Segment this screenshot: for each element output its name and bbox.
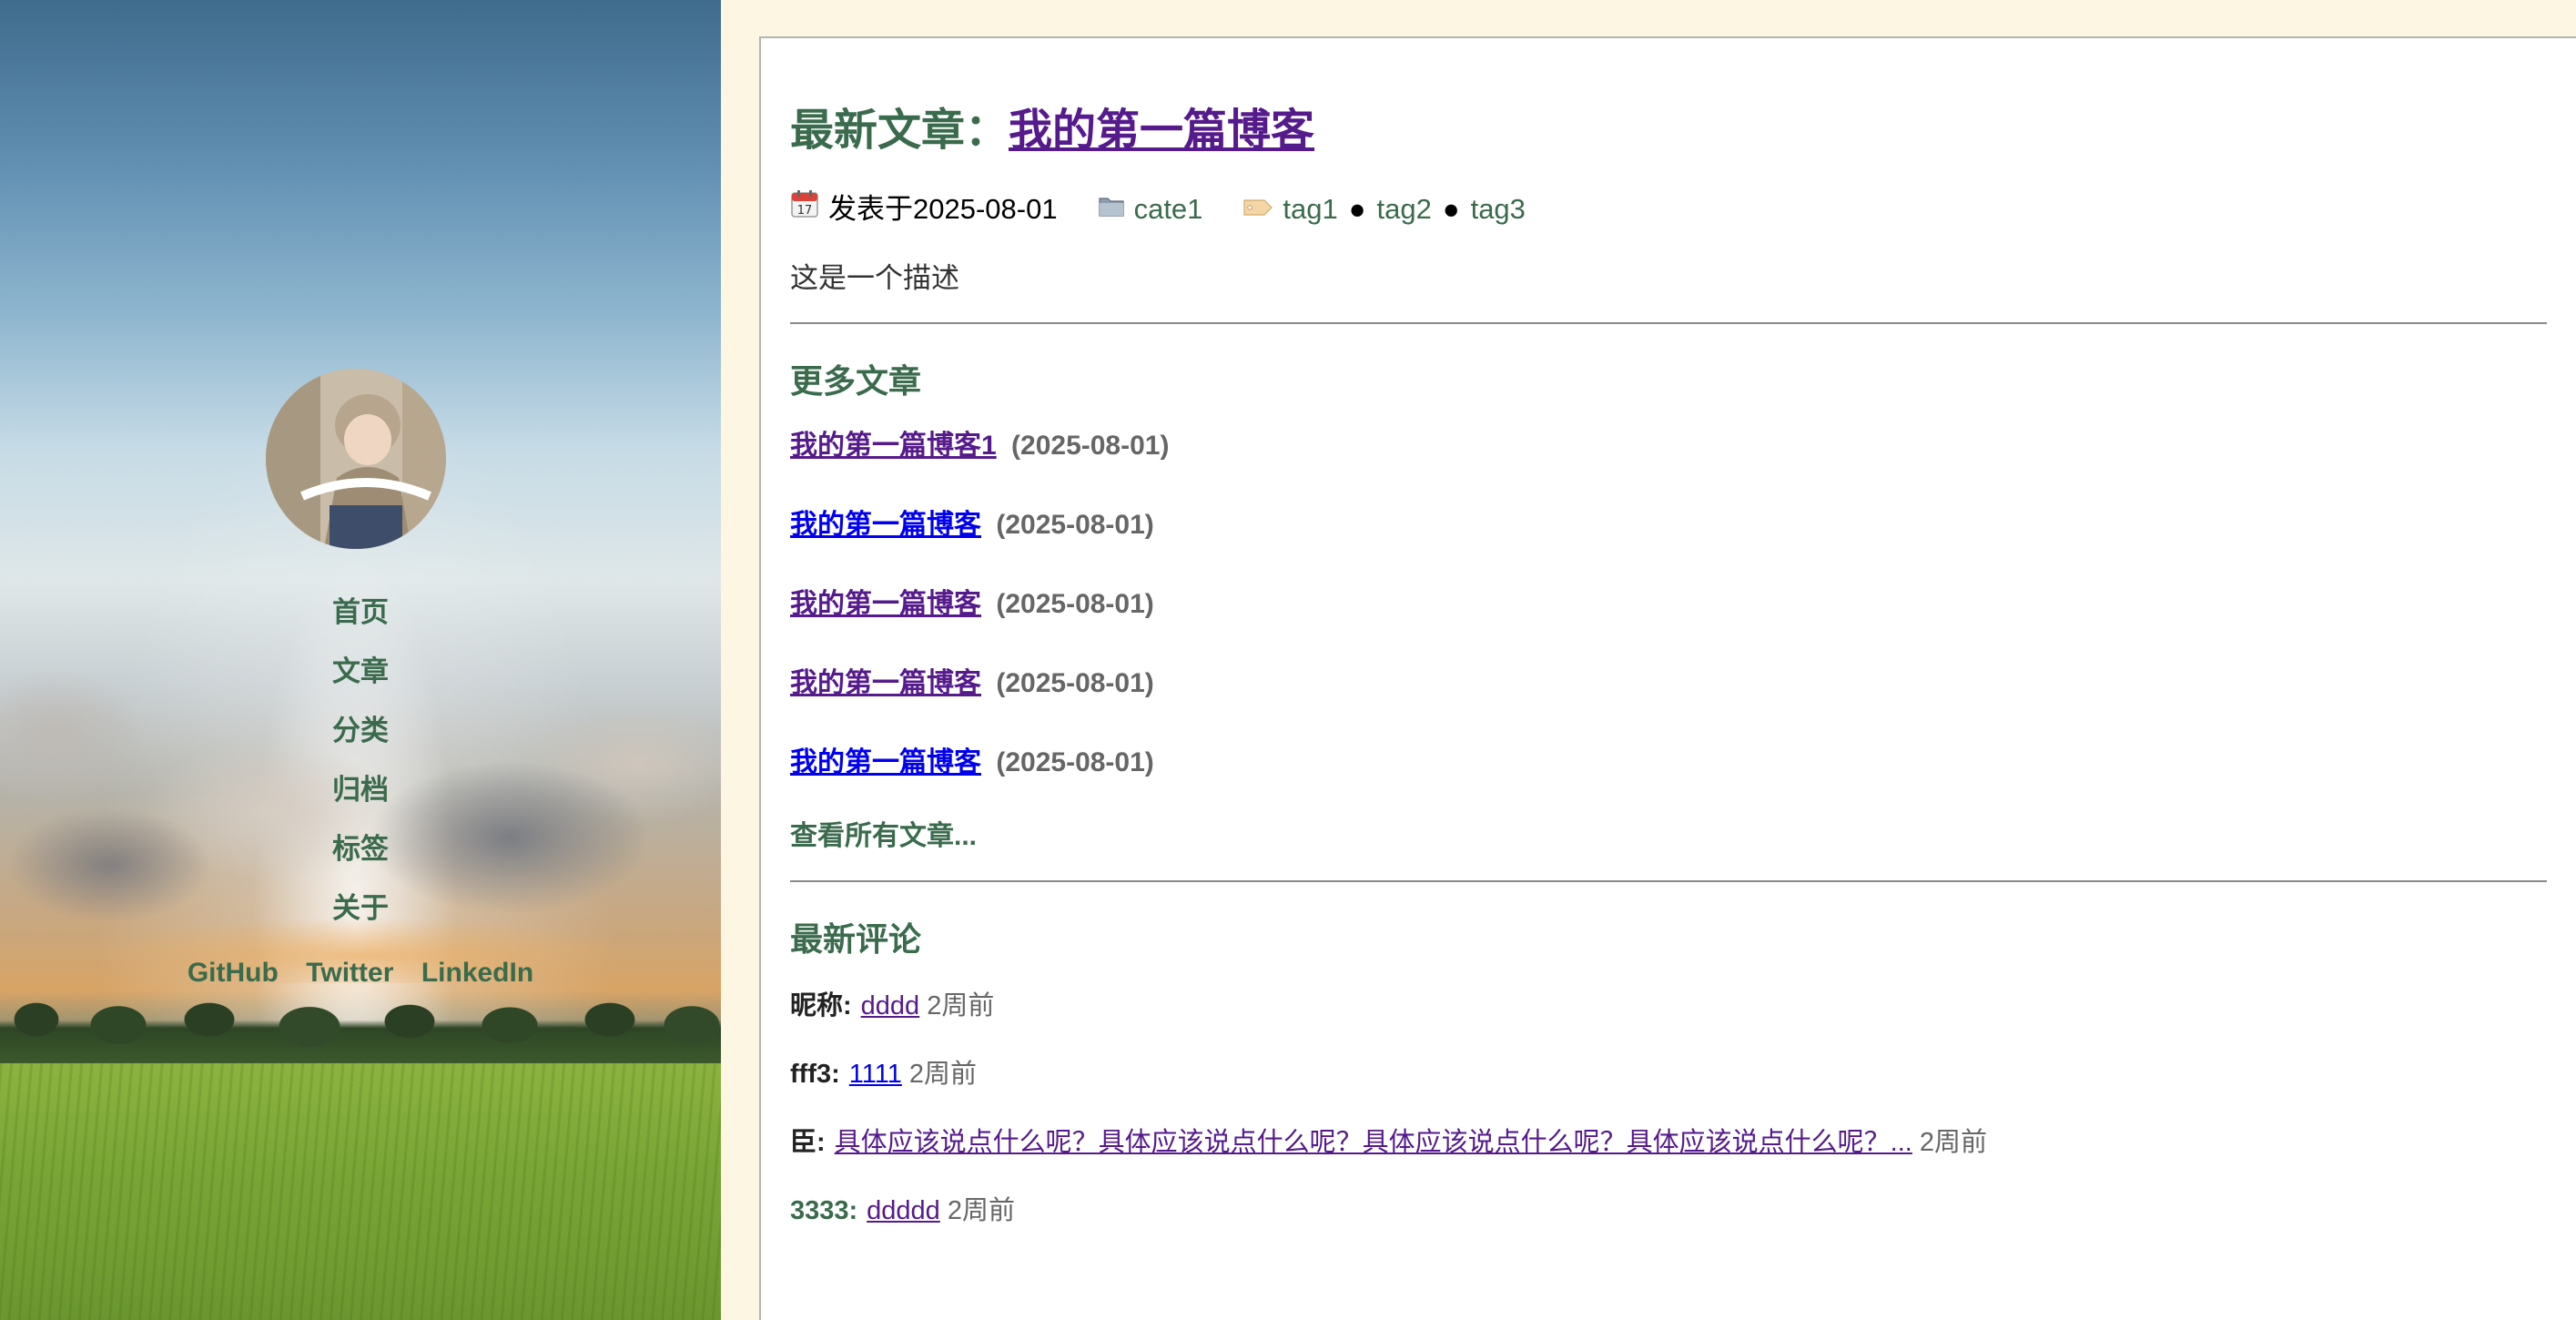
nav-item-home: 首页 bbox=[0, 583, 721, 642]
nav-item-posts: 文章 bbox=[0, 642, 721, 701]
post-link[interactable]: 我的第一篇博客 bbox=[790, 510, 981, 540]
latest-comments-list: 昵称: dddd 2周前 fff3: 1111 2周前 臣: 具体应该说点什么呢？具体应该… bbox=[790, 986, 2547, 1259]
nav-item-archives: 归档 bbox=[0, 760, 721, 819]
comment-item: 昵称: dddd 2周前 bbox=[790, 986, 2547, 1054]
github-link[interactable]: GitHub bbox=[188, 958, 279, 989]
publish-date-group: 17 发表于2025-08-01 bbox=[790, 189, 1058, 229]
folder-icon bbox=[1098, 189, 1125, 229]
nav-link-about[interactable]: 关于 bbox=[332, 892, 389, 924]
post-date: (2025-08-01) bbox=[996, 668, 1154, 698]
nav-item-about: 关于 bbox=[0, 878, 721, 938]
nav-link-home[interactable]: 首页 bbox=[332, 596, 389, 628]
main-nav: 首页 文章 分类 归档 标签 关于 bbox=[0, 583, 721, 938]
post-meta: 17 发表于2025-08-01 cate1 tag1 ● tag2 ● tag… bbox=[790, 189, 2547, 229]
comment-item: fff3: 1111 2周前 bbox=[790, 1054, 2547, 1122]
comment-link[interactable]: 具体应该说点什么呢？具体应该说点什么呢？具体应该说点什么呢？具体应该说点什么呢？… bbox=[835, 1128, 1912, 1157]
category-group: cate1 bbox=[1098, 189, 1203, 229]
comment-time: 2周前 bbox=[908, 1060, 977, 1089]
comment-nickname: 臣: bbox=[790, 1128, 826, 1157]
tag-separator: ● bbox=[1442, 193, 1460, 225]
nav-link-categories[interactable]: 分类 bbox=[332, 715, 389, 746]
tag-link[interactable]: tag2 bbox=[1377, 189, 1432, 229]
post-date: (2025-08-01) bbox=[996, 589, 1154, 619]
list-item: 我的第一篇博客 (2025-08-01) bbox=[790, 584, 2547, 664]
post-link[interactable]: 我的第一篇博客 bbox=[790, 668, 981, 698]
linkedin-link[interactable]: LinkedIn bbox=[421, 958, 533, 989]
comment-time: 2周前 bbox=[927, 991, 995, 1020]
twitter-link[interactable]: Twitter bbox=[306, 958, 393, 989]
tag-link[interactable]: tag1 bbox=[1283, 189, 1337, 229]
baby-photo-icon bbox=[266, 369, 446, 549]
calendar-icon: 17 bbox=[790, 189, 819, 229]
comment-nickname: 3333: bbox=[790, 1196, 858, 1225]
divider bbox=[790, 322, 2547, 324]
list-item: 我的第一篇博客 (2025-08-01) bbox=[790, 505, 2547, 584]
nav-link-posts[interactable]: 文章 bbox=[332, 655, 389, 687]
post-date: (2025-08-01) bbox=[996, 510, 1154, 540]
svg-text:17: 17 bbox=[797, 204, 813, 218]
latest-post-label: 最新文章： bbox=[790, 107, 1009, 155]
tag-icon bbox=[1242, 189, 1273, 229]
list-item: 我的第一篇博客 (2025-08-01) bbox=[790, 664, 2547, 743]
post-link[interactable]: 我的第一篇博客 bbox=[790, 747, 981, 777]
tags-group: tag1 ● tag2 ● tag3 bbox=[1242, 189, 1526, 229]
view-all-posts-link[interactable]: 查看所有文章... bbox=[790, 817, 2547, 857]
nav-link-tags[interactable]: 标签 bbox=[332, 833, 389, 865]
comment-time: 2周前 bbox=[947, 1196, 1015, 1225]
list-item: 我的第一篇博客 (2025-08-01) bbox=[790, 743, 2547, 822]
divider bbox=[790, 880, 2547, 882]
post-link[interactable]: 我的第一篇博客 bbox=[790, 589, 981, 619]
comment-nickname: 昵称: bbox=[790, 991, 852, 1020]
more-posts-list: 我的第一篇博客1 (2025-08-01) 我的第一篇博客 (2025-08-0… bbox=[790, 426, 2547, 822]
post-date: (2025-08-01) bbox=[1011, 431, 1170, 461]
comment-item: 3333: ddddd 2周前 bbox=[790, 1191, 2547, 1259]
tag-separator: ● bbox=[1348, 193, 1366, 225]
latest-post-title-link[interactable]: 我的第一篇博客 bbox=[1009, 107, 1314, 155]
comment-item: 臣: 具体应该说点什么呢？具体应该说点什么呢？具体应该说点什么呢？具体应该说点什么… bbox=[790, 1122, 2547, 1191]
comment-link[interactable]: dddd bbox=[861, 991, 920, 1020]
post-description: 这是一个描述 bbox=[790, 262, 959, 294]
main-content: 最新文章：我的第一篇博客 17 发表于2025-08-01 cate1 tag1… bbox=[759, 36, 2576, 1320]
tag-link[interactable]: tag3 bbox=[1471, 189, 1526, 229]
comment-link[interactable]: 1111 bbox=[849, 1060, 902, 1089]
list-item: 我的第一篇博客1 (2025-08-01) bbox=[790, 426, 2547, 505]
nav-item-categories: 分类 bbox=[0, 701, 721, 760]
nav-link-archives[interactable]: 归档 bbox=[332, 774, 389, 806]
more-posts-heading: 更多文章 bbox=[790, 362, 922, 400]
category-link[interactable]: cate1 bbox=[1134, 189, 1203, 229]
avatar[interactable] bbox=[266, 369, 446, 549]
profile-panel: 首页 文章 分类 归档 标签 关于 GitHub Twitter LinkedI… bbox=[0, 0, 721, 1320]
comment-nickname: fff3: bbox=[790, 1060, 840, 1089]
publish-date-text: 发表于2025-08-01 bbox=[828, 193, 1058, 225]
comment-time: 2周前 bbox=[1919, 1128, 1987, 1157]
social-links: GitHub Twitter LinkedIn bbox=[0, 958, 721, 989]
comment-link[interactable]: ddddd bbox=[867, 1196, 940, 1225]
latest-comments-heading: 最新评论 bbox=[790, 920, 922, 958]
post-date: (2025-08-01) bbox=[996, 747, 1154, 777]
nav-item-tags: 标签 bbox=[0, 819, 721, 878]
sidebar: 首页 文章 分类 归档 标签 关于 GitHub Twitter LinkedI… bbox=[0, 0, 721, 1320]
post-link[interactable]: 我的第一篇博客1 bbox=[790, 431, 997, 461]
latest-post-heading: 最新文章：我的第一篇博客 bbox=[790, 102, 2547, 160]
